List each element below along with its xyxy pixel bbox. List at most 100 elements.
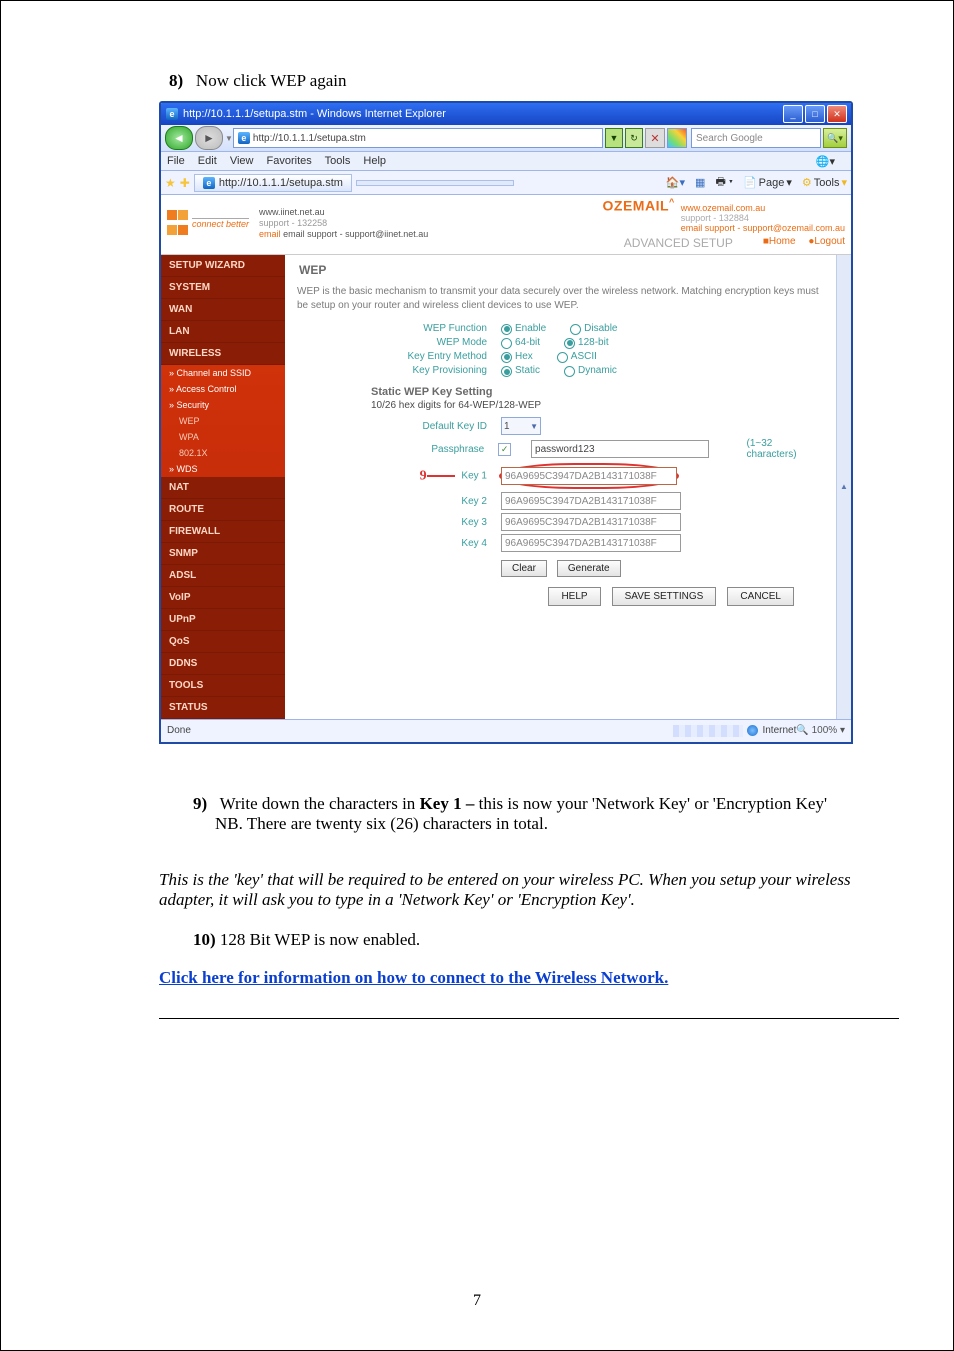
titlebar: http://10.1.1.1/setupa.stm - Windows Int… [161,103,851,125]
nav-wireless[interactable]: WIRELESS [161,343,285,365]
side-nav: SETUP WIZARDSYSTEMWANLANWIRELESS» Channe… [161,255,285,719]
default-key-select[interactable]: 1▼ [501,417,541,435]
tab-bar: ★ ✚ http://10.1.1.1/setupa.stm 🏠▾ ▦ 🖶 ▾ … [161,171,851,195]
step9-text-a: Write down the characters in [220,794,420,813]
opt2[interactable]: Dynamic [564,365,617,376]
nav-wpa[interactable]: WPA [161,429,285,445]
tools-menu[interactable]: ⚙ Tools ▾ [802,176,847,189]
passphrase-hint: (1~32 characters) [747,438,825,460]
opt1[interactable]: Enable [501,323,546,334]
feeds-icon[interactable]: ▦ [695,176,705,189]
nav-system[interactable]: SYSTEM [161,277,285,299]
close-button[interactable]: ✕ [827,105,847,123]
opt2[interactable]: 128-bit [564,337,609,348]
menu-favorites[interactable]: Favorites [267,155,312,167]
key4-label: Key 4 [297,538,487,549]
step8-text: Now click WEP again [196,71,347,90]
step9-key: Key 1 – [420,794,479,813]
nav-wan[interactable]: WAN [161,299,285,321]
opt1[interactable]: Hex [501,351,533,362]
nav-ddns[interactable]: DDNS [161,653,285,675]
menu-tools[interactable]: Tools [325,155,351,167]
nav-nat[interactable]: NAT [161,477,285,499]
step10-text: 128 Bit WEP is now enabled. [220,930,420,949]
passphrase-checkbox[interactable]: ✓ [498,443,511,456]
nav--channel-and-ssid[interactable]: » Channel and SSID [161,365,285,381]
nav-setup-wizard[interactable]: SETUP WIZARD [161,255,285,277]
key4-input[interactable]: 96A9695C3947DA2B143171038F [501,534,681,552]
tab-icon [203,177,215,189]
nav-802-1x[interactable]: 802.1X [161,445,285,461]
key-note: This is the 'key' that will be required … [159,870,899,910]
help-button[interactable]: HELP [548,587,600,606]
opt1[interactable]: Static [501,365,540,376]
key1-highlight: 96A9695C3947DA2B143171038F [499,463,679,489]
clear-button[interactable]: Clear [501,560,547,577]
passphrase-input[interactable]: password123 [531,440,708,458]
add-favorite-icon[interactable]: ✚ [180,176,190,190]
nav--security[interactable]: » Security [161,397,285,413]
search-go-button[interactable]: 🔍▾ [823,128,847,148]
refresh-button[interactable]: ↻ [625,128,643,148]
new-tab[interactable] [356,180,514,186]
opt2[interactable]: ASCII [557,351,597,362]
key2-label: Key 2 [297,496,487,507]
live-search-icon[interactable] [667,128,687,148]
back-button[interactable]: ◄ [165,126,193,150]
opt2[interactable]: Disable [570,323,617,334]
step8-number: 8) [169,71,183,90]
print-icon[interactable]: 🖶 ▾ [715,173,733,192]
tab-label: http://10.1.1.1/setupa.stm [219,177,343,189]
search-input[interactable]: Search Google [691,128,821,148]
nav-snmp[interactable]: SNMP [161,543,285,565]
nav--wds[interactable]: » WDS [161,461,285,477]
browser-tab[interactable]: http://10.1.1.1/setupa.stm [194,174,352,192]
home-icon[interactable]: 🏠▾ [666,176,685,189]
generate-button[interactable]: Generate [557,560,621,577]
nav-upnp[interactable]: UPnP [161,609,285,631]
zone-icon [747,725,758,736]
menu-edit[interactable]: Edit [198,155,217,167]
scrollbar[interactable]: ▲ [836,255,851,719]
menu-view[interactable]: View [230,155,254,167]
nav-wep[interactable]: WEP [161,413,285,429]
nav-lan[interactable]: LAN [161,321,285,343]
nav--access-control[interactable]: » Access Control [161,381,285,397]
key2-input[interactable]: 96A9695C3947DA2B143171038F [501,492,681,510]
forward-button[interactable]: ► [195,126,223,150]
nav-voip[interactable]: VoIP [161,587,285,609]
page-number: 7 [1,1292,953,1310]
settings-icon[interactable]: 🌐▾ [816,155,835,168]
nav-firewall[interactable]: FIREWALL [161,521,285,543]
key3-input[interactable]: 96A9695C3947DA2B143171038F [501,513,681,531]
nav-qos[interactable]: QoS [161,631,285,653]
iinet-info: www.iinet.net.au support - 132258 email … [259,207,428,239]
window-title: http://10.1.1.1/setupa.stm - Windows Int… [183,108,783,120]
url-text: http://10.1.1.1/setupa.stm [253,133,366,144]
nav-adsl[interactable]: ADSL [161,565,285,587]
iinet-logo: connect better [167,208,249,238]
key1-input[interactable]: 96A9695C3947DA2B143171038F [501,467,677,485]
nav-route[interactable]: ROUTE [161,499,285,521]
menu-help[interactable]: Help [363,155,386,167]
url-dropdown[interactable]: ▼ [605,128,623,148]
ie-icon [165,107,179,121]
lbl: Key Provisioning [297,365,487,376]
stop-button[interactable]: ✕ [645,128,665,148]
nav-tools[interactable]: TOOLS [161,675,285,697]
home-link[interactable]: Home [769,236,796,247]
menu-file[interactable]: File [167,155,185,167]
maximize-button[interactable]: □ [805,105,825,123]
favorites-icon[interactable]: ★ [165,176,176,190]
url-input[interactable]: http://10.1.1.1/setupa.stm [233,128,603,148]
nav-status[interactable]: STATUS [161,697,285,719]
save-settings-button[interactable]: SAVE SETTINGS [612,587,717,606]
page-menu[interactable]: 📄 Page ▾ [743,176,792,189]
address-bar: ◄ ► ▼ http://10.1.1.1/setupa.stm ▼ ↻ ✕ S… [161,125,851,152]
cancel-button[interactable]: CANCEL [727,587,794,606]
logout-link[interactable]: Logout [814,236,845,247]
wireless-info-link[interactable]: Click here for information on how to con… [159,968,668,987]
opt1[interactable]: 64-bit [501,337,540,348]
zoom-control[interactable]: 🔍 100% ▾ [796,725,845,736]
minimize-button[interactable]: _ [783,105,803,123]
